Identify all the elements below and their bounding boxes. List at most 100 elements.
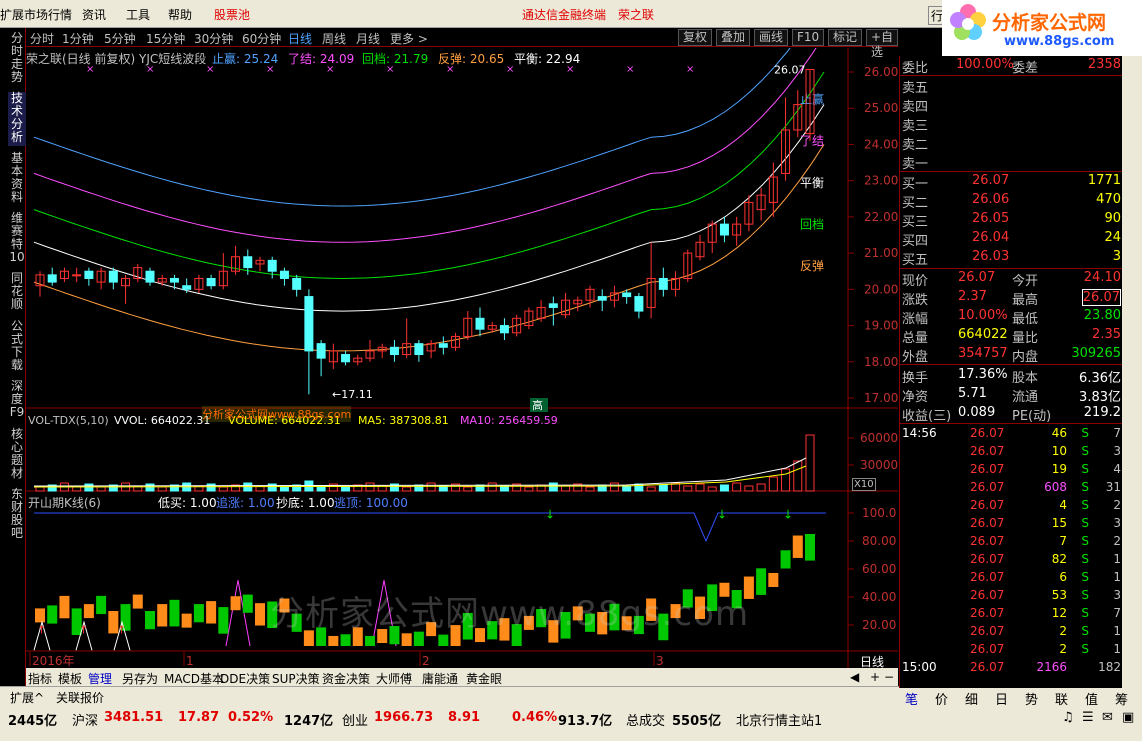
vol-legend-name: VOL-TDX(5,10) [28,414,109,427]
tab-save-as[interactable]: 另存为 [122,670,158,687]
indicator-tab-strip: 指标 模板 管理 另存为 MACD基本 DDE决策 SUP决策 资金决策 大师傅… [26,668,898,686]
tick-row: 26.07 82 S 1 [900,551,1123,570]
tab-weisaite[interactable]: 维赛特10 [8,212,26,266]
menu-tools[interactable]: 工具 [126,6,150,23]
volume-bar [646,486,656,492]
tick-volume: 46 [1051,426,1067,440]
volume-bar [548,482,558,492]
menu-help[interactable]: 帮助 [168,6,192,23]
stat-value: 24.10 [1083,270,1121,285]
mark-button[interactable]: 标记 [828,29,863,46]
chat-icon[interactable]: ✉ [1102,710,1113,725]
period-30min[interactable]: 30分钟 [194,30,233,47]
draw-line-button[interactable]: 画线 [754,29,789,46]
tick-price: 26.07 [970,552,1005,566]
tick-count: 1 [1113,552,1121,566]
menu-extend-market[interactable]: 扩展市场行情 [0,6,72,23]
chart-canvas[interactable]: 26.00 25.00 24.00 23.00 22.00 21.00 20.00 19.00… [26,0,898,668]
x-axis-label: 1 [186,654,194,668]
buy-volume: 470 [1096,192,1121,207]
candle-body [438,343,448,348]
tick-side: S [1081,516,1089,530]
tab-sup[interactable]: SUP决策 [272,670,320,687]
stat-value: 26.07 [1081,289,1121,306]
tab-depth-f9[interactable]: 深度F9 [8,380,26,422]
sell-label: 卖一 [902,157,929,172]
overlay-button[interactable]: 叠加 [716,29,751,46]
chart-area[interactable]: 26.00 25.00 24.00 23.00 22.00 21.00 20.00 19.00… [26,0,898,669]
extend-button[interactable]: 扩展^ [10,689,44,706]
tab-master[interactable]: 大师傅 [376,670,412,687]
minus-icon[interactable]: − [884,670,894,684]
tab-formula-download[interactable]: 公式下载 [8,320,26,374]
f10-button[interactable]: F10 [792,29,825,46]
tick-price: 26.07 [970,462,1005,476]
candle-body [341,354,351,363]
tab-tonghuashun[interactable]: 同花顺 [8,272,26,314]
tick-volume: 2 [1059,642,1067,656]
volume-bar [793,460,803,492]
tab-manage[interactable]: 管理 [88,670,112,687]
menu-stock-pool[interactable]: 股票池 [214,6,250,23]
tab-macd[interactable]: MACD基本 [164,670,224,687]
buy-arrow-icon: ↑ [37,623,46,636]
stat-value: 6.36亿 [1079,371,1121,386]
tick-row: 14:56 26.07 46 S 7 [900,425,1123,444]
ind-candle [768,572,779,587]
period-weekly[interactable]: 周线 [322,30,346,47]
tick-volume: 2 [1059,624,1067,638]
speaker-icon[interactable]: ♫ [1062,710,1074,725]
status-label: 创业 [342,714,369,729]
tab-indicator[interactable]: 指标 [28,670,52,687]
related-quote-button[interactable]: 关联报价 [56,689,104,706]
status-label: 总成交 [626,714,666,729]
period-intraday[interactable]: 分时 [30,30,54,47]
stat-value: 664022 [958,327,1008,342]
ind-candle [255,603,265,626]
tick-volume: 10 [1051,444,1067,458]
tick-row: 26.07 6 S 1 [900,569,1123,588]
y-tick-label: 25.00 [864,101,898,115]
period-60min[interactable]: 60分钟 [242,30,281,47]
tab-golden-eye[interactable]: 黄金眼 [466,670,502,687]
ind-tick-label: 40.00 [862,590,896,604]
tick-count: 3 [1113,444,1121,458]
tab-intraday[interactable]: 分时走势 [8,32,26,86]
tab-core-theme[interactable]: 核心题材 [8,428,26,482]
candle-body [719,223,729,236]
tab-technical[interactable]: 技术分析 [8,92,26,146]
tab-template[interactable]: 模板 [58,670,82,687]
period-monthly[interactable]: 月线 [356,30,380,47]
tab-yongnengtong[interactable]: 庸能通 [422,670,458,687]
tab-fundamentals[interactable]: 基本资料 [8,152,26,206]
volume-bar [365,482,375,492]
value-weibi: 100.00% [956,57,1014,72]
buy-volume: 3 [1112,249,1121,264]
period-1min[interactable]: 1分钟 [62,30,94,47]
status-value: 8.91 [448,710,481,725]
stat-label: 量比 [1012,331,1039,346]
signal-icon[interactable]: ☰ [1082,710,1094,725]
tick-count: 3 [1113,588,1121,602]
add-watchlist-button[interactable]: +自选 [866,29,898,59]
network-icon[interactable]: ▣ [1122,710,1134,725]
ind-candle [206,601,217,624]
tick-row: 26.07 19 S 4 [900,461,1123,480]
tick-side: S [1081,498,1089,512]
tab-fund-decision[interactable]: 资金决策 [322,670,370,687]
left-arrow-icon[interactable]: ◀ [850,670,859,684]
volume-bar [756,483,766,492]
menu-news[interactable]: 资讯 [82,6,106,23]
plus-icon[interactable]: + [870,670,880,684]
tick-count: 1 [1113,570,1121,584]
tab-guba[interactable]: 东财股吧 [8,488,26,542]
period-15min[interactable]: 15分钟 [146,30,185,47]
period-daily[interactable]: 日线 [288,30,312,47]
right-scrollbar[interactable] [1122,56,1142,688]
adjust-button[interactable]: 复权 [678,29,713,46]
stat-row: 外盘 354757 内盘 309265 [900,345,1123,365]
tab-dde[interactable]: DDE决策 [220,670,270,687]
period-more[interactable]: 更多 > [390,30,428,47]
tick-row: 26.07 10 S 3 [900,443,1123,462]
period-5min[interactable]: 5分钟 [104,30,136,47]
